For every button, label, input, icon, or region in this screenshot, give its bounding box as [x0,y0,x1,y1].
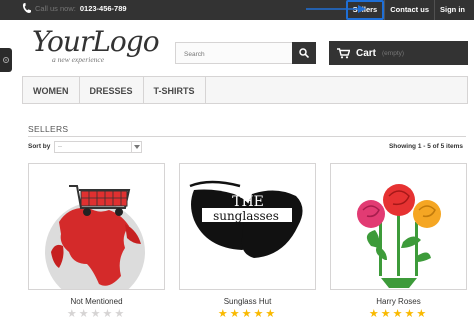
svg-text:THE: THE [232,194,264,210]
star-icon: ★ [102,308,115,320]
side-panel-toggle[interactable] [0,48,12,72]
star-icon: ★ [416,308,429,320]
results-count: Showing 1 - 5 of 5 items [388,143,463,150]
divider [28,136,466,137]
sort-value: -- [58,144,62,150]
rating-stars: ★★★★★ [28,309,165,320]
search-input[interactable] [176,44,288,65]
search-box [175,42,316,65]
search-button[interactable] [292,42,316,64]
menu-item-dresses[interactable]: DRESSES [80,77,144,103]
menu-item-women[interactable]: WOMEN [23,77,80,103]
phone-number: 0123-456-789 [79,4,127,13]
page-title: SELLERS [28,124,69,134]
star-icon: ★ [90,308,103,320]
seller-card-image[interactable]: THE sunglasses [179,163,316,290]
sort-select[interactable]: -- [54,141,142,153]
call-label: Call us now: [35,4,76,13]
star-icon: ★ [114,308,127,320]
seller-name[interactable]: Harry Roses [330,297,467,306]
sign-in-link[interactable]: Sign in [434,0,470,20]
star-icon: ★ [229,308,242,320]
chevron-down-icon [131,142,141,152]
star-icon: ★ [253,308,266,320]
star-icon: ★ [368,308,381,320]
globe-cart-image [45,185,145,289]
rating-stars: ★★★★★ [179,309,316,320]
star-icon: ★ [241,308,254,320]
menu-item-t-shirts[interactable]: T-SHIRTS [144,77,206,103]
star-icon: ★ [380,308,393,320]
sort-label: Sort by [28,143,51,150]
rating-stars: ★★★★★ [330,309,467,320]
seller-name[interactable]: Sunglass Hut [179,297,316,306]
seller-card-image[interactable] [28,163,165,290]
main-menu: WOMEN DRESSES T-SHIRTS [22,76,468,104]
top-bar: Call us now: 0123-456-789 Sellers Contac… [0,0,474,20]
site-logo[interactable]: YourLogo a new experience [32,25,160,68]
cart-label: Cart [356,47,377,59]
search-icon [299,48,309,58]
cart-status: (empty) [382,49,405,57]
star-icon: ★ [66,308,79,320]
contact-us-link[interactable]: Contact us [384,0,434,20]
star-icon: ★ [265,308,278,320]
star-icon: ★ [404,308,417,320]
logo-tagline: a new experience [52,55,105,64]
seller-card-image[interactable] [330,163,467,290]
roses-image [357,184,441,288]
svg-text:sunglasses: sunglasses [213,209,279,223]
pointer-arrow-icon [306,5,366,13]
cart-button[interactable]: Cart (empty) [329,41,468,65]
seller-name[interactable]: Not Mentioned [28,297,165,306]
gear-icon [3,57,9,63]
star-icon: ★ [78,308,91,320]
sunglasses-logo-image: THE sunglasses [189,180,303,258]
contact-phone: Call us now: 0123-456-789 [22,3,127,14]
star-icon: ★ [392,308,405,320]
logo-wordmark: YourLogo [32,25,160,58]
cart-icon [337,47,350,58]
phone-icon [22,3,31,13]
star-icon: ★ [217,308,230,320]
